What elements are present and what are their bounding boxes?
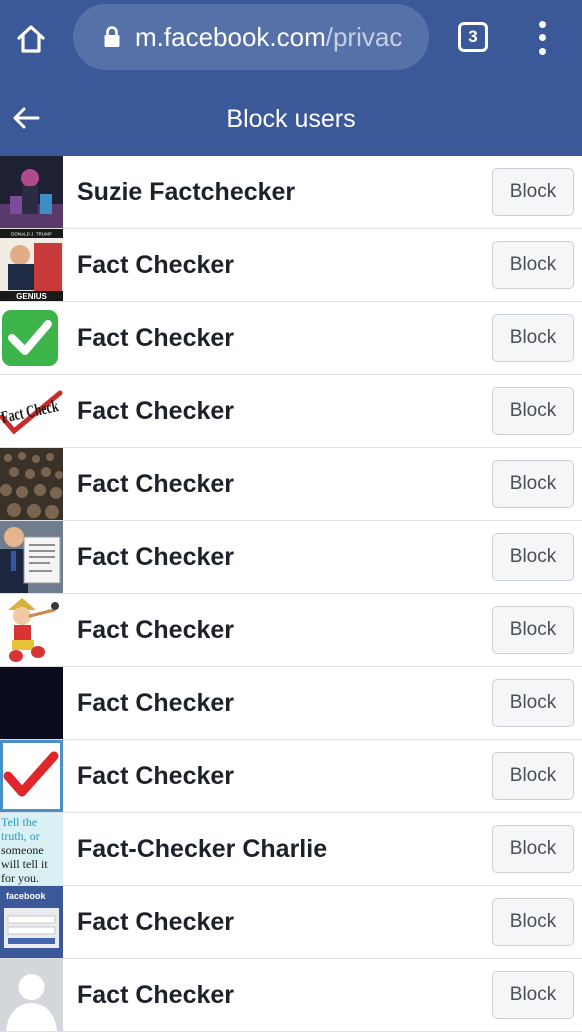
block-button[interactable]: Block — [492, 898, 574, 946]
list-item: Fact Checker Block — [0, 959, 582, 1032]
block-button[interactable]: Block — [492, 606, 574, 654]
blocked-users-list: Suzie Factchecker Block DONALD J. TRUMP … — [0, 156, 582, 1032]
list-item: Fact Checker Block — [0, 448, 582, 521]
dark-character-avatar[interactable] — [0, 156, 63, 228]
user-name[interactable]: Suzie Factchecker — [77, 156, 295, 228]
avatar-top-text: DONALD J. TRUMP — [11, 232, 52, 237]
list-item: Tell the truth, or someone will tell it … — [0, 813, 582, 886]
avatar-logo-text: facebook — [6, 891, 47, 901]
block-button[interactable]: Block — [492, 752, 574, 800]
list-item: Suzie Factchecker Block — [0, 156, 582, 229]
block-button[interactable]: Block — [492, 460, 574, 508]
tab-switcher-button[interactable]: 3 — [458, 22, 488, 52]
user-name[interactable]: Fact Checker — [77, 302, 234, 374]
back-arrow-icon[interactable] — [8, 98, 44, 138]
user-name[interactable]: Fact Checker — [77, 959, 234, 1031]
avatar-bottom-text: GENIUS — [16, 292, 47, 301]
tell-the-truth-text-avatar[interactable]: Tell the truth, or someone will tell it … — [0, 813, 63, 885]
block-button[interactable]: Block — [492, 314, 574, 362]
user-name[interactable]: Fact Checker — [77, 886, 234, 958]
pinocchio-avatar[interactable] — [0, 594, 63, 666]
user-name[interactable]: Fact Checker — [77, 594, 234, 666]
block-button[interactable]: Block — [492, 168, 574, 216]
list-item: Fact Checker Block — [0, 740, 582, 813]
facebook-login-screenshot-avatar[interactable]: facebook — [0, 886, 63, 958]
home-icon[interactable] — [12, 20, 50, 58]
user-name[interactable]: Fact Checker — [77, 667, 234, 739]
url-host: m.facebook.com — [135, 21, 326, 52]
more-options-icon[interactable] — [527, 18, 557, 58]
user-name[interactable]: Fact Checker — [77, 229, 234, 301]
url-text: m.facebook.com/privac — [135, 22, 402, 53]
page-title: Block users — [226, 104, 356, 133]
avatar-text-line-4: will tell it — [1, 857, 48, 871]
user-name[interactable]: Fact Checker — [77, 740, 234, 812]
donald-trump-book-cover-avatar[interactable]: DONALD J. TRUMP GENIUS — [0, 229, 63, 301]
fact-check-stamp-avatar[interactable]: Fact Check — [0, 375, 63, 447]
default-silhouette-avatar[interactable] — [0, 959, 63, 1031]
user-name[interactable]: Fact Checker — [77, 375, 234, 447]
list-item: Fact Checker Block — [0, 594, 582, 667]
list-item: Fact Checker Block — [0, 521, 582, 594]
list-item: DONALD J. TRUMP GENIUS Fact Checker Bloc… — [0, 229, 582, 302]
list-item: facebook Fact Checker Block — [0, 886, 582, 959]
avatar-text-line-5: for you. — [1, 871, 39, 885]
crowd-photo-avatar[interactable] — [0, 448, 63, 520]
red-checkmark-avatar[interactable] — [0, 740, 63, 812]
man-holding-document-avatar[interactable] — [0, 521, 63, 593]
list-item: Fact Check Fact Checker Block — [0, 375, 582, 448]
user-name[interactable]: Fact Checker — [77, 521, 234, 593]
green-checkmark-avatar[interactable] — [0, 302, 63, 374]
lock-icon — [103, 26, 121, 48]
list-item: Fact Checker Block — [0, 302, 582, 375]
block-button[interactable]: Block — [492, 533, 574, 581]
block-button[interactable]: Block — [492, 679, 574, 727]
dark-navy-avatar[interactable] — [0, 667, 63, 739]
avatar-text-line-2: truth, or — [1, 829, 40, 843]
avatar-text-line-1: Tell the — [1, 815, 37, 829]
block-button[interactable]: Block — [492, 825, 574, 873]
block-button[interactable]: Block — [492, 241, 574, 289]
address-bar[interactable]: m.facebook.com/privac — [73, 4, 429, 70]
block-button[interactable]: Block — [492, 387, 574, 435]
page-header: Block users — [0, 82, 582, 156]
user-name[interactable]: Fact Checker — [77, 448, 234, 520]
url-path: /privac — [325, 21, 403, 52]
list-item: Fact Checker Block — [0, 667, 582, 740]
user-name[interactable]: Fact-Checker Charlie — [77, 813, 327, 885]
avatar-text-line-3: someone — [1, 843, 44, 857]
block-button[interactable]: Block — [492, 971, 574, 1019]
browser-toolbar: m.facebook.com/privac 3 — [0, 0, 582, 82]
